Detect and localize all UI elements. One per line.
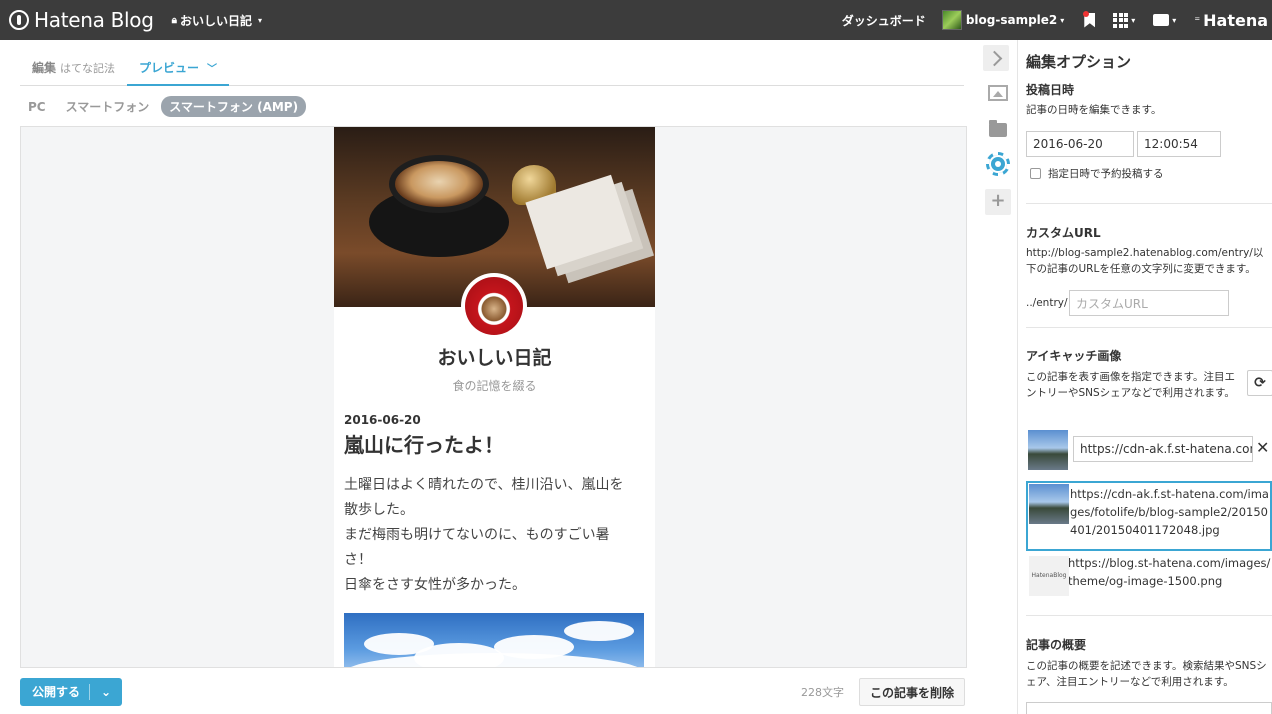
caret-down-icon: ▾ xyxy=(1172,15,1177,25)
preview-frame: おいしい日記 食の記憶を綴る 2016-06-20 嵐山に行ったよ！ 土曜日はよ… xyxy=(20,126,967,668)
coffee-icon xyxy=(465,277,523,335)
lock-icon: 🔒︎ xyxy=(171,14,177,26)
chevron-down-icon: ﹀ xyxy=(207,63,218,75)
eyecatch-option[interactable]: HatenaBlog https://blog.st-hatena.com/im… xyxy=(1026,554,1272,600)
tab-preview[interactable]: プレビュー ﹀ xyxy=(127,50,230,86)
datetime-desc: 記事の日時を編集できます。 xyxy=(1026,104,1162,116)
image-button[interactable] xyxy=(985,80,1011,106)
image-icon xyxy=(988,85,1008,101)
schedule-label: 指定日時で予約投稿する xyxy=(1048,168,1164,180)
coffee-cup-shape xyxy=(389,155,489,213)
blog-subtitle: 食の記憶を綴る xyxy=(452,379,537,393)
char-count: 228文字 xyxy=(801,686,844,699)
body-line: さ！ xyxy=(344,552,372,568)
summary-desc: この記事の概要を記述できます。検索結果やSNSシェア、注目エントリーなどで利用さ… xyxy=(1026,660,1267,688)
top-bar: Hatena Blog 🔒︎ おいしい日記 ▾ ダッシュボード blog-sam… xyxy=(0,0,1272,40)
hatena-brand[interactable]: ⁼ Hatena xyxy=(1194,11,1268,30)
hatena-brand-text: Hatena xyxy=(1203,10,1268,30)
entry-title[interactable]: 嵐山に行ったよ！ xyxy=(344,429,504,458)
edit-options-panel: 編集オプション 投稿日時 記事の日時を編集できます。 2016-06-20 12… xyxy=(1017,40,1272,714)
refresh-icon: ⟳ xyxy=(1254,375,1266,391)
plus-icon: + xyxy=(985,189,1011,215)
body-line: 日傘をさす女性が多かった。 xyxy=(344,577,526,593)
hatena-logo-icon xyxy=(9,10,29,30)
device-smartphone[interactable]: スマートフォン xyxy=(58,96,158,117)
custom-url-heading: カスタムURL xyxy=(1026,226,1101,240)
option-icon-strip: + xyxy=(980,40,1016,714)
option-url: https://cdn-ak.f.st-hatena.com/images/fo… xyxy=(1070,487,1269,537)
bottom-bar: 公開する ⌄ 228文字 この記事を削除 xyxy=(20,678,967,708)
publish-button[interactable]: 公開する ⌄ xyxy=(20,678,122,706)
tab-preview-label: プレビュー xyxy=(139,60,200,75)
entry-date: 2016-06-20 xyxy=(344,413,421,427)
cloud-shape xyxy=(344,653,644,667)
editor-tabs: 編集 はてな記法 プレビュー ﹀ xyxy=(20,50,964,86)
blog-title[interactable]: おいしい日記 xyxy=(334,343,655,370)
settings-button[interactable] xyxy=(985,151,1011,177)
body-line: 散歩した。 xyxy=(344,502,414,518)
options-title: 編集オプション xyxy=(1026,53,1132,71)
caret-down-icon: ▾ xyxy=(257,15,262,25)
tab-edit[interactable]: 編集 はてな記法 xyxy=(20,50,127,85)
datetime-heading: 投稿日時 xyxy=(1026,83,1075,97)
dashboard-link[interactable]: ダッシュボード xyxy=(842,12,926,29)
blog-name: おいしい日記 xyxy=(179,13,252,28)
eyecatch-option-selected[interactable]: https://cdn-ak.f.st-hatena.com/images/fo… xyxy=(1026,481,1272,551)
divider xyxy=(1026,615,1272,616)
summary-heading: 記事の概要 xyxy=(1026,638,1087,652)
collapse-panel-button[interactable] xyxy=(983,45,1009,71)
logo-text: Hatena Blog xyxy=(34,8,154,32)
caret-down-icon: ▾ xyxy=(1060,15,1065,25)
notification-dot xyxy=(1083,11,1089,17)
grid-icon xyxy=(1113,12,1129,28)
entry-body: 土曜日はよく晴れたので、桂川沿い、嵐山を 散歩した。 まだ梅雨も明けてないのに、… xyxy=(344,473,639,598)
folder-button[interactable] xyxy=(985,117,1011,143)
speech-bubble-icon xyxy=(1153,14,1170,26)
blog-selector[interactable]: 🔒︎ おいしい日記 ▾ xyxy=(172,12,262,29)
blog-icon xyxy=(461,273,527,339)
eyecatch-thumb xyxy=(1028,430,1068,470)
avatar xyxy=(941,10,962,30)
user-name: blog-sample2 xyxy=(965,13,1058,27)
eyecatch-url-input[interactable]: https://cdn-ak.f.st-hatena.com/ xyxy=(1073,436,1253,462)
custom-url-desc: http://blog-sample2.hatenablog.com/entry… xyxy=(1026,247,1264,275)
schedule-checkbox[interactable] xyxy=(1030,168,1041,179)
eyecatch-desc: この記事を表す画像を指定できます。注目エントリーやSNSシェアなどで利用されます… xyxy=(1026,371,1235,399)
cloud-shape xyxy=(564,621,634,641)
notifications-button[interactable]: ▾ xyxy=(1153,14,1176,26)
option-thumb: HatenaBlog xyxy=(1029,556,1069,596)
phone-preview: おいしい日記 食の記憶を綴る 2016-06-20 嵐山に行ったよ！ 土曜日はよ… xyxy=(334,127,655,667)
chevron-down-icon[interactable]: ⌄ xyxy=(90,685,122,699)
device-pc[interactable]: PC xyxy=(20,98,54,116)
delete-entry-button[interactable]: この記事を削除 xyxy=(859,678,965,706)
folder-icon xyxy=(989,120,1007,137)
divider xyxy=(1026,327,1272,328)
tab-edit-syntax: はてな記法 xyxy=(60,61,116,75)
gear-icon xyxy=(986,152,1010,176)
eyecatch-heading: アイキャッチ画像 xyxy=(1026,349,1122,363)
option-thumb xyxy=(1029,484,1069,524)
schedule-row: 指定日時で予約投稿する xyxy=(1030,166,1164,181)
device-switcher: PC スマートフォン スマートフォン (AMP) xyxy=(20,96,307,117)
hatena-mark-icon: ⁼ xyxy=(1194,13,1201,27)
body-line: まだ梅雨も明けてないのに、ものすごい暑 xyxy=(344,527,610,543)
tab-edit-label: 編集 xyxy=(32,61,57,75)
body-line: 土曜日はよく晴れたので、桂川沿い、嵐山を xyxy=(344,477,624,493)
date-input[interactable]: 2016-06-20 xyxy=(1026,131,1134,157)
custom-url-input[interactable]: カスタムURL xyxy=(1069,290,1229,316)
close-icon[interactable]: ✕ xyxy=(1256,438,1269,457)
user-menu[interactable]: blog-sample2 ▾ xyxy=(941,10,1065,30)
option-url: https://blog.st-hatena.com/images/theme/… xyxy=(1068,556,1271,588)
entry-photo xyxy=(344,613,644,667)
hatena-blog-logo[interactable]: Hatena Blog xyxy=(9,8,154,32)
divider xyxy=(1026,203,1272,204)
caret-down-icon: ▾ xyxy=(1131,15,1136,25)
apps-button[interactable]: ▾ xyxy=(1113,12,1136,28)
add-button[interactable]: + xyxy=(985,189,1011,215)
publish-label: 公開する xyxy=(20,684,90,700)
device-smartphone-amp[interactable]: スマートフォン (AMP) xyxy=(161,96,307,117)
time-input[interactable]: 12:00:54 xyxy=(1137,131,1221,157)
summary-textarea[interactable] xyxy=(1026,702,1272,714)
refresh-button[interactable]: ⟳ xyxy=(1247,370,1272,396)
